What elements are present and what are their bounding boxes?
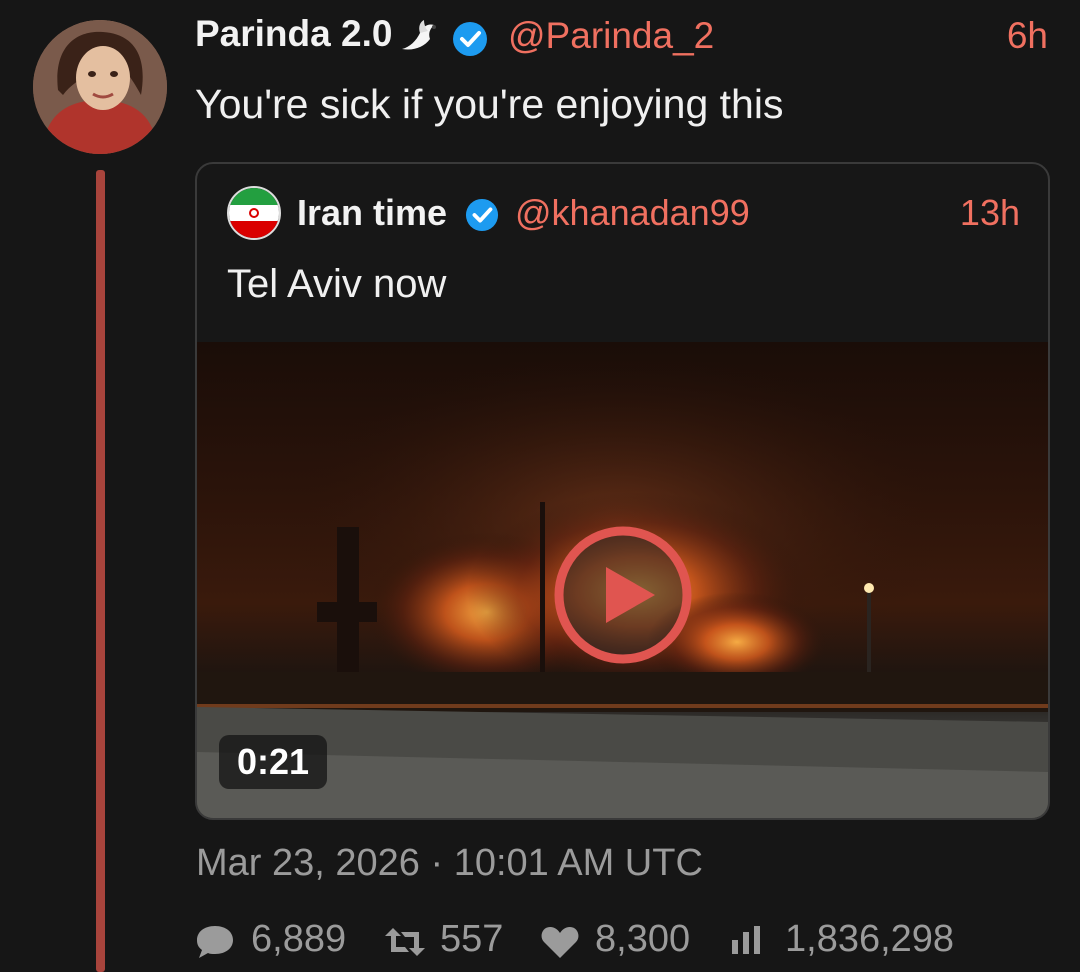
quoted-text: Tel Aviv now <box>227 262 447 306</box>
reply-count: 6,889 <box>251 918 347 960</box>
quoted-author-handle[interactable]: @khanadan99 <box>515 192 750 234</box>
thread-line <box>96 170 105 972</box>
iran-flag-icon <box>227 186 281 240</box>
tweet-view: Parinda 2.0 @Parinda_2 6h You're sick if… <box>0 0 1080 972</box>
author-name[interactable]: Parinda 2.0 <box>195 13 392 55</box>
quoted-time[interactable]: 13h <box>960 192 1020 234</box>
like-icon[interactable] <box>540 924 580 960</box>
retweet-icon[interactable] <box>383 926 427 958</box>
avatar[interactable] <box>33 20 167 154</box>
tweet-timestamp[interactable]: Mar 23, 2026 · 10:01 AM UTC <box>196 842 703 885</box>
views-icon[interactable] <box>730 924 762 956</box>
quoted-tweet-card[interactable]: Iran time @khanadan99 13h Tel Aviv now 0… <box>195 162 1050 820</box>
verified-icon <box>465 198 499 232</box>
author-handle[interactable]: @Parinda_2 <box>508 15 714 57</box>
retweet-count: 557 <box>440 918 504 960</box>
quoted-author-name[interactable]: Iran time <box>297 192 447 234</box>
video-thumbnail[interactable]: 0:21 <box>197 342 1048 818</box>
video-duration: 0:21 <box>219 735 328 789</box>
like-count: 8,300 <box>595 918 691 960</box>
tweet-text: You're sick if you're enjoying this <box>195 81 784 127</box>
tweet-time[interactable]: 6h <box>1007 15 1048 57</box>
view-count: 1,836,298 <box>785 918 955 960</box>
reply-icon[interactable] <box>195 924 235 960</box>
play-icon[interactable] <box>553 525 693 665</box>
dove-icon <box>402 20 436 50</box>
verified-icon <box>453 22 487 56</box>
